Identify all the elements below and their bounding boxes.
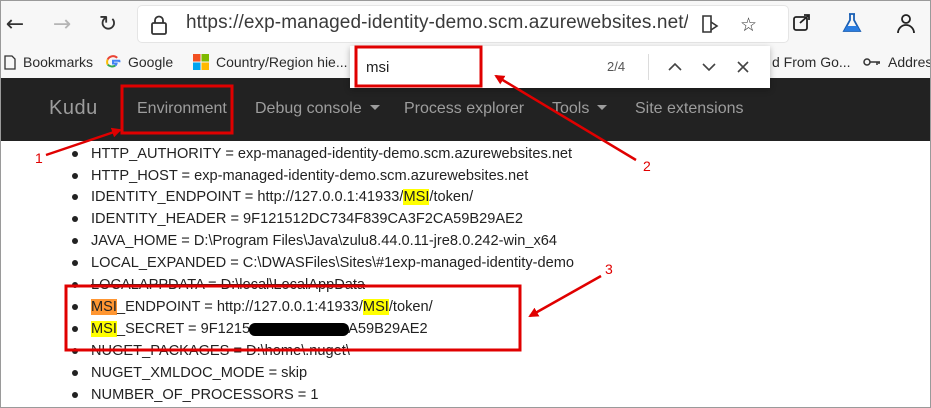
bullet xyxy=(72,282,78,288)
env-text: NUMBER_OF_PROCESSORS = 1 xyxy=(91,387,319,403)
env-text: HTTP_HOST = exp-managed-identity-demo.sc… xyxy=(91,168,529,184)
list-item: MSI _ENDPOINT = http://127.0.0.1:41933/MS… xyxy=(72,296,433,318)
reading-view-icon[interactable] xyxy=(700,14,720,39)
refresh-icon[interactable]: ↻ xyxy=(95,11,121,37)
list-item: HTTP_AUTHORITY = exp-managed-identity-de… xyxy=(72,143,572,165)
annotation-label-2: 2 xyxy=(643,158,651,174)
list-item: MSI _SECRET = 9F1215 A59B29AE2 xyxy=(72,318,428,340)
environment-variables-list: HTTP_AUTHORITY = exp-managed-identity-de… xyxy=(0,141,931,408)
profile-icon[interactable] xyxy=(895,12,917,39)
nav-debug-console[interactable]: Debug console xyxy=(255,100,380,118)
env-text: A59B29AE2 xyxy=(348,321,428,337)
env-text: NUGET_XMLDOC_MODE = skip xyxy=(91,365,308,381)
redaction-scribble xyxy=(249,322,350,336)
google-icon xyxy=(105,54,121,70)
bullet xyxy=(72,216,78,222)
bookmark-label: d From Go... xyxy=(772,54,851,70)
list-item: LOCAL_EXPANDED = C:\DWASFiles\Sites\#1ex… xyxy=(72,252,574,274)
env-text: JAVA_HOME = D:\Program Files\Java\zulu8.… xyxy=(91,233,557,249)
forward-arrow-icon[interactable]: → xyxy=(49,11,75,37)
find-match-count: 2/4 xyxy=(607,59,626,74)
list-item: IDENTITY_HEADER = 9F121512DC734F839CA3F2… xyxy=(72,208,523,230)
flask-icon[interactable] xyxy=(842,12,862,39)
bullet xyxy=(72,326,78,332)
bullet xyxy=(72,238,78,244)
microsoft-icon xyxy=(193,54,209,70)
env-text: HTTP_AUTHORITY = exp-managed-identity-de… xyxy=(91,146,573,162)
search-highlight: MSI xyxy=(362,299,389,315)
url-text[interactable]: https://exp-managed-identity-demo.scm.az… xyxy=(186,12,688,34)
nav-site-extensions[interactable]: Site extensions xyxy=(635,100,744,118)
previous-match-chevron-up-icon[interactable] xyxy=(663,55,687,79)
bullet xyxy=(72,260,78,266)
favorite-star-icon[interactable]: ☆ xyxy=(740,14,757,36)
back-arrow-icon[interactable]: ← xyxy=(2,11,28,37)
bullet xyxy=(72,151,78,157)
nav-tools[interactable]: Tools xyxy=(552,100,608,118)
find-divider xyxy=(648,54,649,80)
nav-environment[interactable]: Environment xyxy=(137,100,227,118)
env-text: /token/ xyxy=(388,299,433,315)
list-item: IDENTITY_ENDPOINT = http://127.0.0.1:419… xyxy=(72,186,473,208)
search-highlight: MSI xyxy=(403,189,430,205)
caret-down-icon xyxy=(597,105,608,111)
env-text: NUGET_PACKAGES = D:\home\.nuget\ xyxy=(91,343,350,359)
env-text: /token/ xyxy=(429,189,474,205)
bookmark-bookmarks[interactable]: Bookmarks xyxy=(4,54,93,70)
bookmark-from-google[interactable]: d From Go... xyxy=(772,54,851,70)
nav-label: Debug console xyxy=(255,100,362,117)
bookmark-label: Google xyxy=(128,54,174,70)
bullet xyxy=(72,194,78,200)
next-match-chevron-down-icon[interactable] xyxy=(697,55,721,79)
bullet xyxy=(72,304,78,310)
env-text: _SECRET = 9F1215 xyxy=(116,321,251,337)
env-text: _ENDPOINT = http://127.0.0.1:41933/ xyxy=(116,299,363,315)
bookmark-label: Addres xyxy=(888,54,931,70)
nav-process-explorer[interactable]: Process explorer xyxy=(404,100,524,118)
kudu-brand[interactable]: Kudu xyxy=(49,97,98,120)
share-icon[interactable] xyxy=(792,12,812,37)
bookmark-google[interactable]: Google xyxy=(105,54,173,70)
annotation-label-1: 1 xyxy=(35,150,43,166)
caret-down-icon xyxy=(369,105,380,111)
bookmark-label: Country/Region hie... xyxy=(216,54,348,70)
env-text: IDENTITY_ENDPOINT = http://127.0.0.1:419… xyxy=(91,189,404,205)
env-text: LOCAL_EXPANDED = C:\DWASFiles\Sites\#1ex… xyxy=(91,255,575,271)
search-highlight: MSI xyxy=(91,321,117,337)
key-icon xyxy=(863,56,881,68)
search-highlight-active: MSI xyxy=(91,299,117,315)
bullet xyxy=(72,348,78,354)
file-icon xyxy=(4,54,16,70)
env-text: LOCALAPPDATA = D:\local\LocalAppData xyxy=(91,277,366,293)
address-bar[interactable]: https://exp-managed-identity-demo.scm.az… xyxy=(138,6,788,42)
bookmark-country-region[interactable]: Country/Region hie... xyxy=(193,54,348,70)
close-find-icon[interactable] xyxy=(731,55,755,79)
list-item: JAVA_HOME = D:\Program Files\Java\zulu8.… xyxy=(72,230,557,252)
list-item: LOCALAPPDATA = D:\local\LocalAppData xyxy=(72,274,365,296)
list-item: NUMBER_OF_PROCESSORS = 1 xyxy=(72,384,318,406)
bullet xyxy=(72,173,78,179)
find-on-page-bar: 2/4 xyxy=(350,46,770,88)
list-item: NUGET_XMLDOC_MODE = skip xyxy=(72,362,307,384)
list-item: HTTP_HOST = exp-managed-identity-demo.sc… xyxy=(72,165,528,187)
bullet xyxy=(72,370,78,376)
nav-label: Tools xyxy=(552,100,590,117)
annotation-label-3: 3 xyxy=(605,261,613,277)
browser-toolbar: ← → ↻ https://exp-managed-identity-demo.… xyxy=(0,0,931,48)
lock-icon[interactable] xyxy=(150,15,168,40)
list-item: NUGET_PACKAGES = D:\home\.nuget\ xyxy=(72,340,350,362)
bookmark-label: Bookmarks xyxy=(23,54,94,70)
env-text: IDENTITY_HEADER = 9F121512DC734F839CA3F2… xyxy=(91,211,523,227)
bullet xyxy=(72,392,78,398)
bookmark-address[interactable]: Addres xyxy=(863,54,931,70)
